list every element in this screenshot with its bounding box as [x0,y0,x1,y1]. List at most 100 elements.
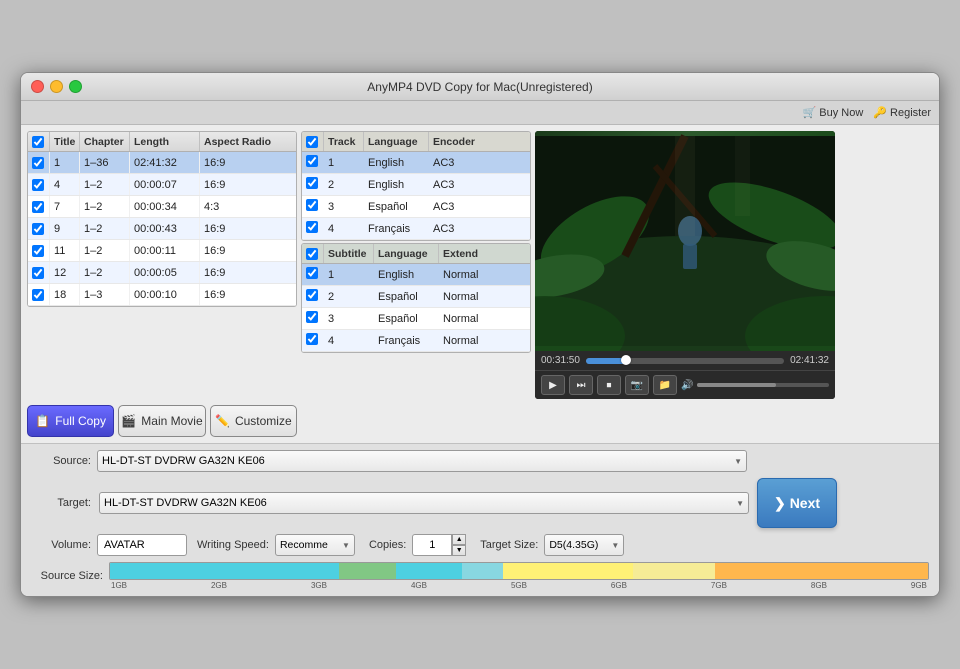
current-time: 00:31:50 [541,355,580,366]
audio-header: Track Language Encoder [302,132,530,152]
audio-row[interactable]: 2 English AC3 [302,174,530,196]
buy-now-button[interactable]: 🛒 Buy Now [803,106,864,119]
window-title: AnyMP4 DVD Copy for Mac(Unregistered) [367,80,592,94]
full-copy-button[interactable]: 📋 Full Copy [27,405,114,437]
title-row[interactable]: 18 1–3 00:00:10 16:9 [28,284,296,306]
source-size-row: Source Size: 1GB 2GB 3GB 4GB 5 [31,562,929,590]
subtitle-row[interactable]: 4 Français Normal [302,330,530,352]
tick-6: 6GB [611,581,627,590]
title-row[interactable]: 9 1–2 00:00:43 16:9 [28,218,296,240]
subtitle-row[interactable]: 1 English Normal [302,264,530,286]
target-row: Target: HL-DT-ST DVDRW GA32N KE06 ▼ ❯ Ne… [31,478,929,528]
title-row[interactable]: 7 1–2 00:00:34 4:3 [28,196,296,218]
preview-area: 00:31:50 02:41:32 ▶ ⏭ ⏹ 📷 📁 🔊 [535,131,835,399]
titles-header: Title Chapter Length Aspect Radio [28,132,296,152]
copies-input[interactable] [412,534,452,556]
full-copy-icon: 📋 [35,414,50,428]
target-dropdown[interactable]: HL-DT-ST DVDRW GA32N KE06 ▼ [99,492,749,514]
progress-thumb [621,355,631,365]
bar-seg-7 [715,563,928,579]
minimize-button[interactable] [50,80,63,93]
tick-9: 9GB [911,581,927,590]
next-icon: ❯ [774,495,786,512]
target-label: Target: [31,497,91,509]
customize-label: Customize [235,414,292,428]
bar-seg-2 [339,563,396,579]
app-window: AnyMP4 DVD Copy for Mac(Unregistered) 🛒 … [20,72,940,597]
target-size-dropdown[interactable]: D5(4.35G) ▼ [544,534,624,556]
customize-button[interactable]: ✏️ Customize [210,405,297,437]
screenshot-button[interactable]: 📷 [625,375,649,395]
target-value: HL-DT-ST DVDRW GA32N KE06 [104,497,732,509]
main-movie-button[interactable]: 🎬 Main Movie [118,405,205,437]
source-dropdown[interactable]: HL-DT-ST DVDRW GA32N KE06 ▼ [97,450,747,472]
next-label: Next [790,495,820,511]
stop-button[interactable]: ⏹ [597,375,621,395]
writing-speed-label: Writing Speed: [197,539,269,551]
preview-panel: 00:31:50 02:41:32 ▶ ⏭ ⏹ 📷 📁 🔊 [535,131,933,399]
subtitle-row[interactable]: 3 Español Normal [302,308,530,330]
close-button[interactable] [31,80,44,93]
copies-up[interactable]: ▲ [452,534,466,545]
volume-input[interactable] [97,534,187,556]
subtitle-body: 1 English Normal 2 Español Normal 3 Espa… [302,264,530,352]
full-copy-label: Full Copy [55,414,106,428]
target-arrow: ▼ [736,499,744,508]
source-size-label: Source Size: [31,570,103,582]
main-movie-label: Main Movie [141,414,202,428]
titlebar: AnyMP4 DVD Copy for Mac(Unregistered) [21,73,939,101]
register-button[interactable]: 🔑 Register [873,106,931,119]
bar-seg-6 [633,563,715,579]
traffic-lights [31,80,82,93]
audio-row[interactable]: 1 English AC3 [302,152,530,174]
source-size-bar [109,562,929,580]
tick-5: 5GB [511,581,527,590]
tick-4: 4GB [411,581,427,590]
title-row[interactable]: 11 1–2 00:00:11 16:9 [28,240,296,262]
options-row: Volume: Writing Speed: Recomme ▼ Copies:… [31,534,929,556]
subtitle-row[interactable]: 2 Español Normal [302,286,530,308]
copies-field: ▲ ▼ [412,534,466,556]
cart-icon: 🛒 [803,106,817,119]
volume-bar[interactable] [697,383,829,387]
maximize-button[interactable] [69,80,82,93]
target-size-arrow: ▼ [611,541,619,550]
play-button[interactable]: ▶ [541,375,565,395]
sub-th-lang: Language [374,244,439,263]
sub-th-subtitle: Subtitle [324,244,374,263]
preview-image [535,131,835,351]
tick-2: 2GB [211,581,227,590]
sub-th-check [302,244,324,263]
progress-bar[interactable] [586,358,784,364]
customize-icon: ✏️ [215,414,230,428]
bar-seg-1 [110,563,339,579]
writing-speed-value: Recomme [280,539,338,551]
volume-fill [697,383,776,387]
next-button[interactable]: ❯ Next [757,478,837,528]
bar-ticks: 1GB 2GB 3GB 4GB 5GB 6GB 7GB 8GB 9GB [109,581,929,590]
titles-table: Title Chapter Length Aspect Radio 1 1–36… [27,131,297,307]
audio-row[interactable]: 4 Français AC3 [302,218,530,240]
source-size-bar-container: 1GB 2GB 3GB 4GB 5GB 6GB 7GB 8GB 9GB [109,562,929,590]
tick-3: 3GB [311,581,327,590]
copies-down[interactable]: ▼ [452,545,466,556]
title-row[interactable]: 1 1–36 02:41:32 16:9 [28,152,296,174]
player-controls: ▶ ⏭ ⏹ 📷 📁 🔊 [535,370,835,399]
subtitle-table: Subtitle Language Extend 1 English Norma… [301,243,531,353]
tick-7: 7GB [711,581,727,590]
fast-forward-button[interactable]: ⏭ [569,375,593,395]
audio-table: Track Language Encoder 1 English AC3 2 E… [301,131,531,241]
source-label: Source: [31,455,91,467]
folder-button[interactable]: 📁 [653,375,677,395]
writing-speed-dropdown[interactable]: Recomme ▼ [275,534,355,556]
titles-panel: Title Chapter Length Aspect Radio 1 1–36… [27,131,297,399]
title-row[interactable]: 4 1–2 00:00:07 16:9 [28,174,296,196]
th-chapter: Chapter [80,132,130,151]
title-row[interactable]: 12 1–2 00:00:05 16:9 [28,262,296,284]
tick-8: 8GB [811,581,827,590]
audio-row[interactable]: 3 Español AC3 [302,196,530,218]
target-size-value: D5(4.35G) [549,539,607,551]
target-size-label: Target Size: [480,539,538,551]
audio-th-check [302,132,324,151]
total-time: 02:41:32 [790,355,829,366]
